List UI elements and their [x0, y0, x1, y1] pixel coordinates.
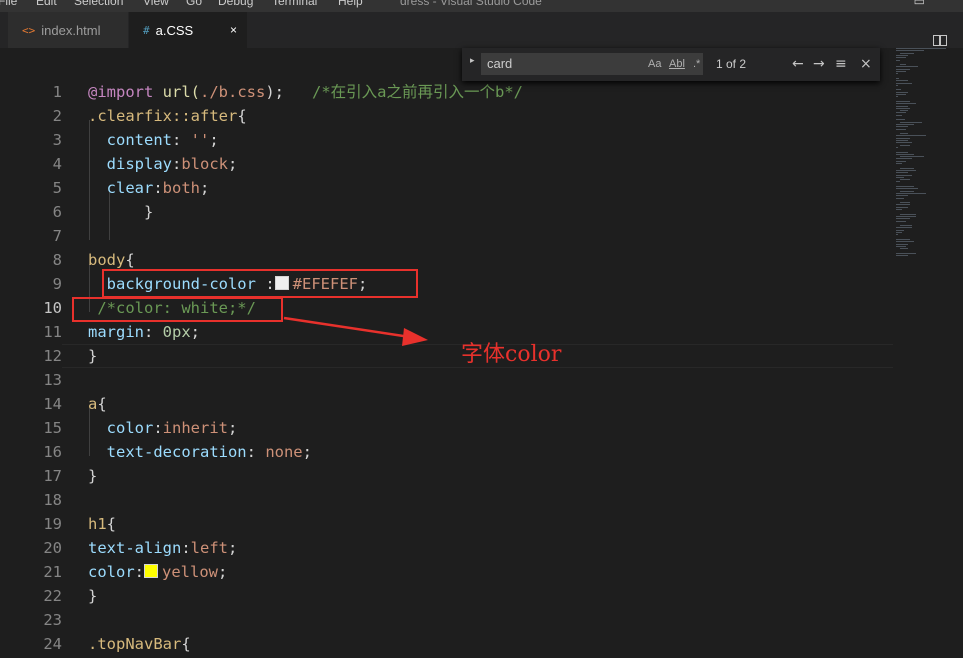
annotation-text: 字体color: [461, 342, 562, 367]
annotation-arrow: [283, 316, 428, 346]
